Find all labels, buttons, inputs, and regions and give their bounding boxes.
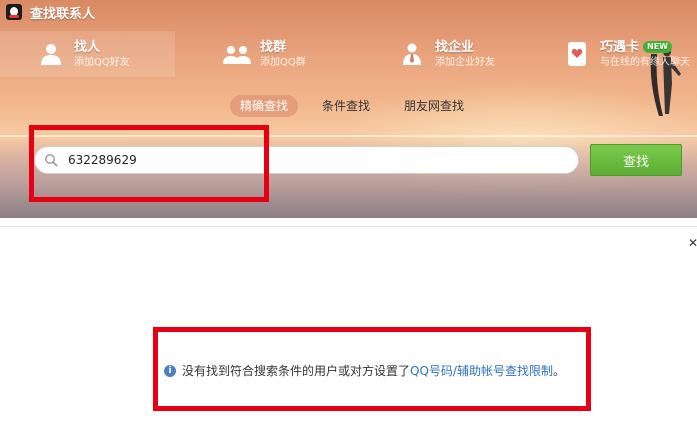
highlight-box-search (29, 125, 269, 202)
nav-sub: 添加企业好友 (435, 56, 495, 68)
card-icon (562, 40, 592, 68)
nav-find-group[interactable]: 找群 添加QQ群 (222, 31, 382, 77)
close-icon[interactable]: ✕ (688, 236, 697, 250)
nav-find-person[interactable]: 找人 添加QQ好友 (0, 31, 175, 77)
person-icon (36, 40, 66, 68)
search-button[interactable]: 查找 (590, 144, 682, 176)
tab-friend-network-search[interactable]: 朋友网查找 (394, 95, 474, 117)
group-icon (222, 40, 252, 68)
nav-sub: 与在线的有缘人聊天 (600, 56, 690, 68)
nav-label: 找人 (74, 39, 101, 55)
tab-exact-search[interactable]: 精确查找 (230, 95, 299, 117)
window-title: 查找联系人 (30, 6, 96, 22)
nav-label: 找企业 (435, 39, 475, 55)
nav-lucky-card[interactable]: 巧遇卡 NEW 与在线的有缘人聊天 (562, 31, 697, 77)
enterprise-icon (397, 40, 427, 68)
search-mode-tabs: 精确查找 条件查找 朋友网查找 (230, 95, 488, 117)
nav-find-enterprise[interactable]: 找企业 添加企业好友 (397, 31, 557, 77)
top-nav: 找人 添加QQ好友 找群 添加QQ群 找企业 添加企业好友 巧遇卡 NEW 与在… (0, 31, 697, 77)
nav-sub: 添加QQ好友 (74, 56, 130, 68)
nav-label: 巧遇卡 NEW (600, 39, 690, 56)
qq-penguin-icon (6, 4, 22, 20)
nav-label: 找群 (260, 39, 287, 55)
title-bar: 查找联系人 (0, 0, 697, 24)
nav-sub: 添加QQ群 (260, 56, 306, 68)
new-badge: NEW (643, 40, 672, 53)
tab-condition-search[interactable]: 条件查找 (312, 95, 380, 117)
highlight-box-message (153, 327, 591, 411)
